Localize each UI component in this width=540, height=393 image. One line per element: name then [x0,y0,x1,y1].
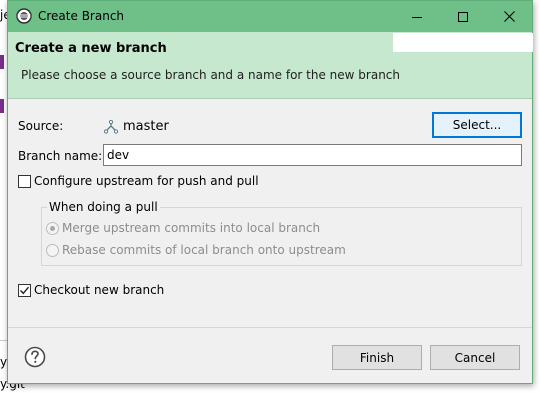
merge-upstream-label[interactable]: Merge upstream commits into local branch [62,221,320,235]
close-icon [503,11,515,22]
configure-upstream-checkbox[interactable] [18,175,31,188]
background-editor-marker [0,99,4,113]
banner-image-area [393,33,533,52]
checkout-new-branch-label[interactable]: Checkout new branch [34,283,164,297]
eclipse-app-icon [16,8,32,24]
merge-upstream-radio[interactable] [46,222,59,235]
minimize-icon [412,16,422,18]
configure-upstream-label[interactable]: Configure upstream for push and pull [34,174,259,188]
checkmark-icon [20,286,30,295]
window-title: Create Branch [38,9,125,23]
cancel-button[interactable]: Cancel [430,345,520,370]
finish-button[interactable]: Finish [332,345,422,370]
background-editor-marker [0,55,4,69]
banner-heading: Create a new branch [15,41,167,56]
dialog-banner: Create a new branch Please choose a sour… [8,32,533,98]
create-branch-dialog: Create Branch Create a new branch Please… [7,0,533,384]
rebase-commits-label[interactable]: Rebase commits of local branch onto upst… [62,243,346,257]
checkout-new-branch-checkbox[interactable] [18,284,31,297]
pull-options-group [41,207,522,266]
background-divider [0,340,7,341]
source-label: Source: [18,119,64,133]
branch-icon [103,120,119,134]
banner-divider [8,98,532,99]
close-button[interactable] [486,1,532,32]
footer-divider [8,327,532,328]
minimize-button[interactable] [394,1,440,32]
banner-description: Please choose a source branch and a name… [21,68,401,82]
maximize-icon [458,11,468,22]
maximize-button[interactable] [440,1,486,32]
branch-name-label: Branch name: [18,149,103,163]
rebase-commits-radio[interactable] [46,244,59,257]
branch-name-input[interactable] [103,144,522,166]
select-source-button[interactable]: Select... [432,112,522,138]
title-bar[interactable]: Create Branch [8,1,532,32]
pull-options-group-title: When doing a pull [47,200,160,214]
source-branch-value: master [123,119,169,134]
help-icon[interactable] [24,346,46,368]
